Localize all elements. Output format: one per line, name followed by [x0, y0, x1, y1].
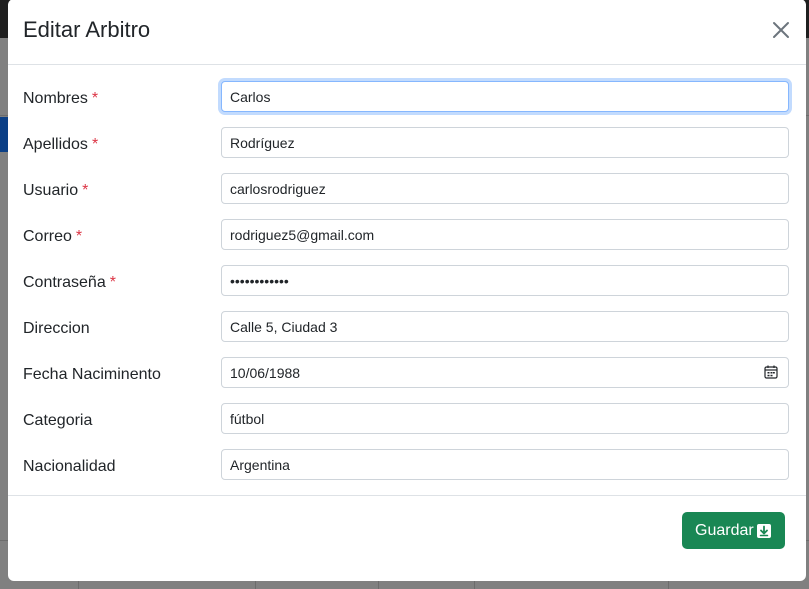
- save-button[interactable]: Guardar: [682, 512, 785, 549]
- nombres-label: Nombres *: [23, 90, 99, 107]
- form-row-contrasena: Contraseña *: [8, 265, 806, 297]
- form-row-apellidos: Apellidos *: [8, 127, 806, 159]
- form-row-usuario: Usuario *: [8, 173, 806, 205]
- modal-header: Editar Arbitro: [8, 0, 806, 65]
- calendar-icon[interactable]: [764, 365, 778, 379]
- save-button-label: Guardar: [695, 522, 754, 539]
- usuario-label: Usuario *: [23, 182, 89, 199]
- nacionalidad-label: Nacionalidad: [23, 458, 116, 475]
- form-row-nacionalidad: Nacionalidad: [8, 449, 806, 481]
- required-asterisk: *: [109, 274, 116, 291]
- apellidos-label: Apellidos *: [23, 136, 99, 153]
- background-blue-button: [0, 117, 8, 152]
- correo-label: Correo *: [23, 228, 83, 245]
- form-row-correo: Correo *: [8, 219, 806, 251]
- form-row-categoria: Categoria: [8, 403, 806, 435]
- categoria-label: Categoria: [23, 412, 93, 429]
- categoria-input[interactable]: [221, 403, 789, 434]
- apellidos-input[interactable]: [221, 127, 789, 158]
- nacionalidad-input[interactable]: [221, 449, 789, 480]
- form-row-direccion: Direccion: [8, 311, 806, 343]
- close-button[interactable]: [770, 19, 792, 41]
- direccion-label: Direccion: [23, 320, 90, 337]
- download-box-icon: [757, 524, 771, 538]
- edit-referee-modal: Editar Arbitro Nombres* Apellidos* Usuar…: [8, 0, 806, 581]
- modal-title: Editar Arbitro: [23, 17, 151, 42]
- direccion-input[interactable]: [221, 311, 789, 342]
- form-row-nombres: Nombres *: [8, 81, 806, 113]
- correo-input[interactable]: [221, 219, 789, 250]
- fecha-input[interactable]: [221, 357, 789, 388]
- usuario-input[interactable]: [221, 173, 789, 204]
- nombres-input[interactable]: [221, 81, 789, 112]
- contrasena-input[interactable]: [221, 265, 789, 296]
- form-row-fecha: Fecha Naciminento: [8, 357, 806, 389]
- required-asterisk: *: [91, 136, 99, 153]
- required-asterisk: *: [82, 182, 89, 199]
- contrasena-label: Contraseña *: [23, 274, 116, 291]
- fecha-label: Fecha Naciminento: [23, 366, 161, 383]
- close-icon: [773, 22, 789, 38]
- required-asterisk: *: [75, 228, 83, 245]
- modal-footer: Guardar: [8, 495, 806, 581]
- required-asterisk: *: [91, 90, 99, 107]
